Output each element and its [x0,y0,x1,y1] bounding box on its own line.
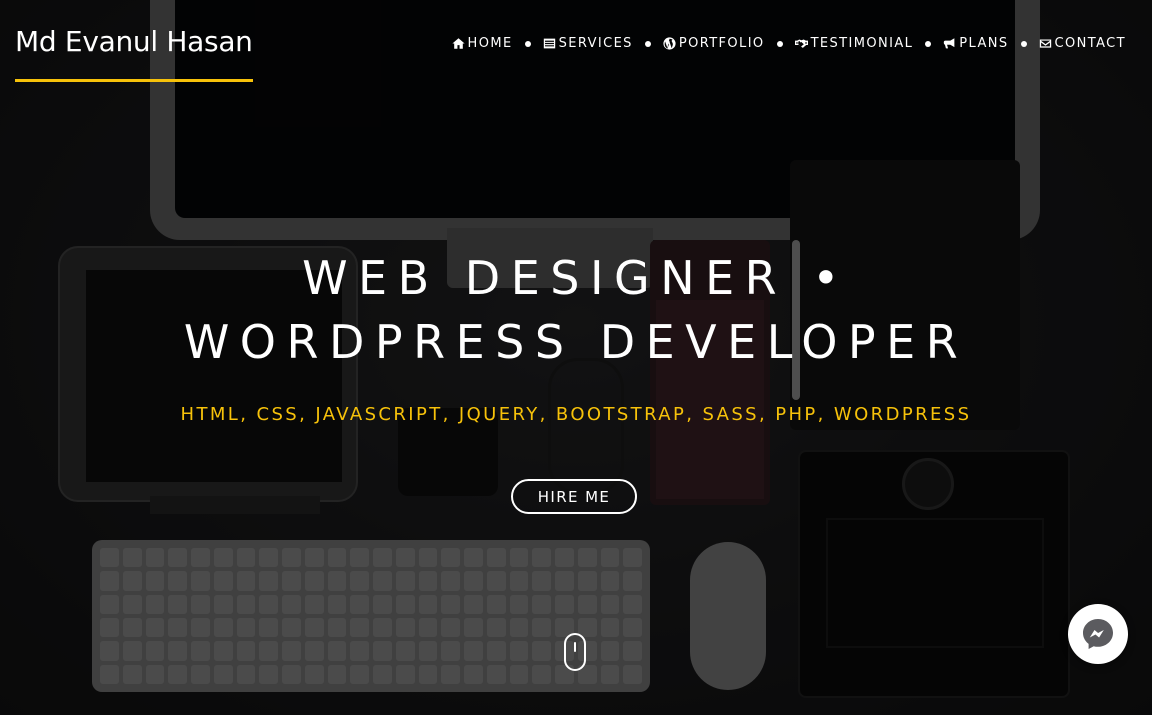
nav-separator [524,40,531,47]
messenger-chat-button[interactable] [1068,604,1128,664]
nav-services[interactable]: SERVICES [543,36,633,51]
nav-portfolio[interactable]: PORTFOLIO [663,36,765,51]
nav-home[interactable]: HOME [451,36,513,51]
nav-separator [644,40,651,47]
list-icon [543,38,555,49]
mouse-scroll-icon[interactable] [564,633,586,671]
nav-separator [1020,40,1027,47]
site-logo[interactable]: Md Evanul Hasan [15,25,253,82]
main-nav: HOME SERVICES PORTFOLIO TESTIMONIAL PLAN… [451,36,1126,51]
hero-title-line-1: WEB DESIGNER • [302,251,850,305]
envelope-icon [1039,39,1051,48]
nav-home-label: HOME [467,36,513,51]
nav-testimonial-label: TESTIMONIAL [810,36,914,51]
hero-title: WEB DESIGNER • WORDPRESS DEVELOPER [0,246,1152,374]
hire-me-button[interactable]: HIRE ME [511,479,637,514]
nav-contact[interactable]: CONTACT [1039,36,1126,51]
handshake-icon [794,39,808,48]
nav-contact-label: CONTACT [1054,36,1126,51]
hero-title-line-2: WORDPRESS DEVELOPER [183,315,969,369]
nav-separator [925,40,932,47]
nav-testimonial[interactable]: TESTIMONIAL [794,36,914,51]
nav-separator [776,40,783,47]
nav-plans[interactable]: PLANS [943,36,1008,51]
bullhorn-icon [944,38,955,49]
nav-services-label: SERVICES [558,36,633,51]
nav-portfolio-label: PORTFOLIO [678,36,765,51]
wordpress-icon [663,37,676,50]
home-icon [451,38,465,49]
hero-subtitle: HTML, CSS, JAVASCRIPT, JQUERY, BOOTSTRAP… [180,404,972,425]
messenger-icon [1083,619,1113,649]
nav-plans-label: PLANS [959,36,1009,51]
